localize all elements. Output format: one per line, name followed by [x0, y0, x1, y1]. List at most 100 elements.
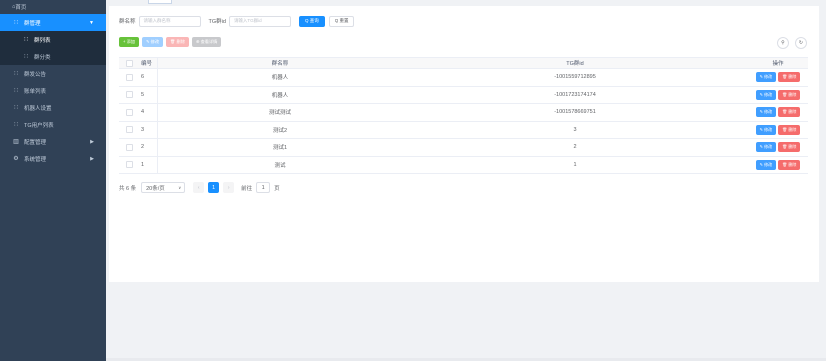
cell-no: 5 [141, 91, 145, 98]
header-op: 操作 [772, 61, 784, 67]
cell-tg: -1001723174174 [554, 91, 596, 98]
sidebar-item[interactable]: ∷ 群发公告 [0, 65, 106, 82]
sidebar-item[interactable]: ∷ 群分类 [0, 48, 106, 65]
cell-no: 1 [141, 161, 145, 168]
table-row[interactable]: 4 测试测试 -1001578669751 ✎ 修改 🗑 删除 [119, 104, 808, 122]
sidebar-item[interactable]: ∷ 群列表 [0, 31, 106, 48]
sidebar-item[interactable]: ∷ 账单列表 [0, 82, 106, 99]
grid-icon: ∷ [24, 54, 28, 60]
cell-no: 4 [141, 109, 145, 116]
row-checkbox[interactable] [125, 143, 133, 151]
row-edit-button[interactable]: ✎ 修改 [755, 124, 777, 135]
row-edit-button[interactable]: ✎ 修改 [755, 159, 777, 170]
cell-actions: ✎ 修改 🗑 删除 [748, 139, 808, 156]
sidebar-item[interactable]: ▥ 配置管理 ▶ [0, 133, 106, 150]
row-edit-button[interactable]: ✎ 修改 [755, 72, 777, 83]
total-count: 共 6 条 [119, 185, 137, 192]
chevron-right-icon: ▶ [90, 155, 94, 162]
page-suffix: 页 [274, 185, 280, 192]
page-number[interactable]: 1 [208, 182, 220, 193]
cell-tg: 3 [573, 126, 577, 133]
goto-input[interactable]: 1 [256, 182, 271, 193]
row-checkbox[interactable] [125, 108, 133, 116]
row-edit-button[interactable]: ✎ 修改 [755, 89, 777, 100]
edit-button[interactable]: ✎ 修改 [141, 36, 164, 47]
reset-button[interactable]: Q 重置 [328, 15, 355, 27]
grid-icon: ∷ [14, 105, 18, 111]
grid-icon: ∷ [14, 71, 18, 77]
tab-indicator[interactable] [148, 0, 172, 4]
cell-no: 3 [141, 126, 145, 133]
row-checkbox[interactable] [125, 161, 133, 169]
table-row[interactable]: 6 机器人 -1001559712895 ✎ 修改 🗑 删除 [119, 69, 808, 87]
sidebar-item[interactable]: ∷ TG用户列表 [0, 116, 106, 133]
cell-tg: 1 [573, 161, 577, 168]
add-button[interactable]: + 添加 [119, 36, 139, 47]
row-delete-button[interactable]: 🗑 删除 [778, 124, 801, 135]
top-strip [106, 0, 826, 4]
table-header: 编号 群名称 TG群id 操作 [119, 58, 808, 69]
sidebar-item[interactable]: ∷ 群管理 ▼ [0, 14, 106, 31]
grid-icon: ∷ [24, 37, 28, 43]
cell-actions: ✎ 修改 🗑 删除 [748, 87, 808, 104]
sidebar-item-label: 配置管理 [24, 139, 47, 146]
sidebar-item-label: TG用户列表 [24, 122, 54, 129]
row-edit-button[interactable]: ✎ 修改 [755, 142, 777, 153]
detail-button[interactable]: ⊕ 查看详情 [191, 36, 222, 47]
tg-id-label: TG群id [208, 19, 226, 25]
chevron-down-icon: ∨ [178, 185, 182, 190]
group-name-input[interactable]: 请输入群名称 [138, 15, 201, 27]
row-edit-button[interactable]: ✎ 修改 [755, 107, 777, 118]
row-delete-button[interactable]: 🗑 删除 [778, 89, 801, 100]
sidebar-item-label: 首页 [15, 5, 27, 11]
select-all-checkbox[interactable] [125, 59, 133, 67]
sidebar-item-label: 系统管理 [24, 156, 47, 163]
sidebar-item-home[interactable]: ⌂ 首页 [0, 0, 106, 14]
header-no: 编号 [141, 61, 153, 67]
next-page-button[interactable]: › [223, 182, 235, 193]
sidebar-item-label: 账单列表 [24, 88, 47, 95]
table-row[interactable]: 3 测试2 3 ✎ 修改 🗑 删除 [119, 121, 808, 139]
gear-icon: ⚙ [13, 156, 19, 162]
prev-page-button[interactable]: ‹ [193, 182, 205, 193]
cell-no: 2 [141, 144, 145, 151]
sidebar-item-label: 群分类 [34, 54, 51, 61]
main-card: 群名称 请输入群名称 TG群id 请输入TG群id Q 查询 Q 重置 + 添加… [109, 6, 819, 282]
sidebar: ⌂ 首页 ∷ 群管理 ▼ ∷ 群列表 ∷ 群分类 ∷ 群发公告 ∷ 账单列表 ∷ 机器人设置 ∷ TG用户列… [0, 0, 106, 361]
search-button[interactable]: Q 查询 [298, 15, 325, 27]
table-row[interactable]: 5 机器人 -1001723174174 ✎ 修改 🗑 删除 [119, 86, 808, 104]
pagination: 共 6 条 20条/页 ∨ ‹ 1 › 前往 1 页 [119, 182, 280, 193]
row-delete-button[interactable]: 🗑 删除 [778, 72, 801, 83]
chart-icon: ▥ [13, 139, 19, 145]
refresh-icon[interactable]: ↻ [795, 37, 807, 49]
sidebar-item-label: 群列表 [34, 37, 51, 44]
search-toggle-icon[interactable]: ⚲ [777, 37, 789, 49]
cell-name: 测试2 [157, 121, 402, 138]
data-table: 编号 群名称 TG群id 操作 6 机器人 -1001559712895 ✎ 修改 🗑 … [119, 57, 808, 174]
cell-actions: ✎ 修改 🗑 删除 [748, 157, 808, 174]
sidebar-item[interactable]: ⚙ 系统管理 ▶ [0, 150, 106, 167]
header-name: 群名称 [157, 58, 402, 68]
tg-id-input[interactable]: 请输入TG群id [228, 15, 291, 27]
table-row[interactable]: 1 测试 1 ✎ 修改 🗑 删除 [119, 156, 808, 174]
group-name-label: 群名称 [119, 19, 136, 25]
toolbar: + 添加 ✎ 修改 🗑 删除 ⊕ 查看详情 [119, 36, 224, 47]
table-row[interactable]: 2 测试1 2 ✎ 修改 🗑 删除 [119, 139, 808, 157]
grid-icon: ∷ [14, 88, 18, 94]
row-checkbox[interactable] [125, 73, 133, 81]
sidebar-item-label: 群发公告 [24, 71, 47, 78]
cell-name: 测试测试 [157, 104, 402, 121]
row-delete-button[interactable]: 🗑 删除 [778, 107, 801, 118]
grid-icon: ∷ [14, 122, 18, 128]
row-checkbox[interactable] [125, 126, 133, 134]
row-delete-button[interactable]: 🗑 删除 [778, 159, 801, 170]
cell-name: 机器人 [157, 86, 402, 103]
delete-button[interactable]: 🗑 删除 [166, 36, 189, 47]
header-tg: TG群id [566, 61, 584, 67]
sidebar-item[interactable]: ∷ 机器人设置 [0, 99, 106, 116]
sidebar-item-label: 机器人设置 [24, 105, 52, 112]
row-checkbox[interactable] [125, 91, 133, 99]
page-size-select[interactable]: 20条/页 ∨ [141, 182, 186, 193]
row-delete-button[interactable]: 🗑 删除 [778, 142, 801, 153]
cell-name: 测试1 [157, 139, 402, 156]
